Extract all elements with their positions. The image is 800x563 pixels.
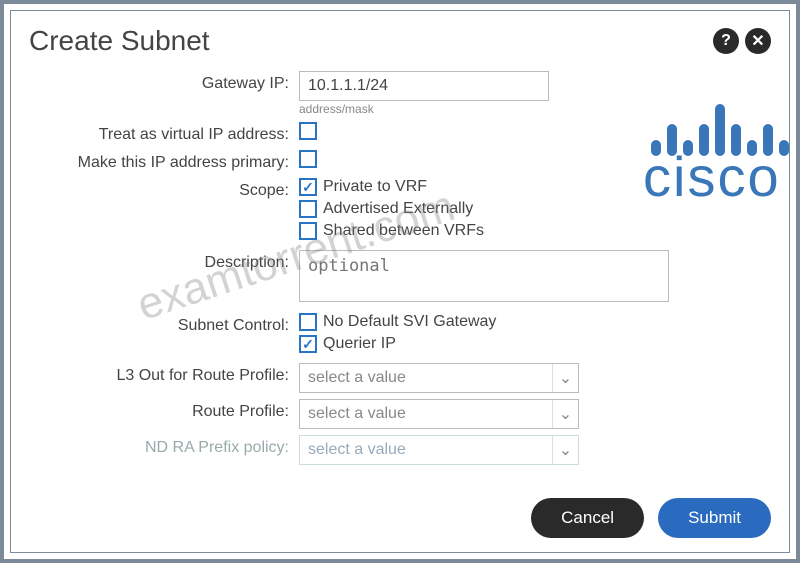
scope-private-vrf-checkbox[interactable] (299, 178, 317, 196)
treat-virtual-label: Treat as virtual IP address: (29, 122, 299, 144)
querier-ip-label: Querier IP (323, 335, 396, 353)
querier-ip-checkbox[interactable] (299, 335, 317, 353)
scope-advertised-label: Advertised Externally (323, 200, 473, 218)
subnet-control-label: Subnet Control: (29, 313, 299, 335)
l3out-label: L3 Out for Route Profile: (29, 363, 299, 385)
make-primary-checkbox[interactable] (299, 150, 317, 168)
route-profile-value: select a value (308, 405, 406, 423)
submit-button[interactable]: Submit (658, 498, 771, 538)
scope-shared-checkbox[interactable] (299, 222, 317, 240)
chevron-down-icon: ⌄ (552, 400, 578, 428)
gateway-ip-hint: address/mask (299, 102, 771, 116)
route-profile-select[interactable]: select a value ⌄ (299, 399, 579, 429)
ndra-label: ND RA Prefix policy: (29, 435, 299, 457)
gateway-ip-input[interactable] (299, 71, 549, 101)
description-label: Description: (29, 250, 299, 272)
l3out-select[interactable]: select a value ⌄ (299, 363, 579, 393)
chevron-down-icon: ⌄ (552, 436, 578, 464)
treat-virtual-checkbox[interactable] (299, 122, 317, 140)
ndra-value: select a value (308, 441, 406, 459)
no-default-svi-checkbox[interactable] (299, 313, 317, 331)
no-default-svi-label: No Default SVI Gateway (323, 313, 496, 331)
help-icon[interactable]: ? (713, 28, 739, 54)
description-input[interactable] (299, 250, 669, 302)
chevron-down-icon: ⌄ (552, 364, 578, 392)
scope-advertised-checkbox[interactable] (299, 200, 317, 218)
l3out-value: select a value (308, 369, 406, 387)
gateway-ip-label: Gateway IP: (29, 71, 299, 93)
scope-private-vrf-label: Private to VRF (323, 178, 427, 196)
cancel-button[interactable]: Cancel (531, 498, 644, 538)
scope-label: Scope: (29, 178, 299, 200)
scope-shared-label: Shared between VRFs (323, 222, 484, 240)
ndra-select: select a value ⌄ (299, 435, 579, 465)
make-primary-label: Make this IP address primary: (29, 150, 299, 172)
route-profile-label: Route Profile: (29, 399, 299, 421)
dialog-title: Create Subnet (29, 25, 210, 57)
close-icon[interactable]: ✕ (745, 28, 771, 54)
